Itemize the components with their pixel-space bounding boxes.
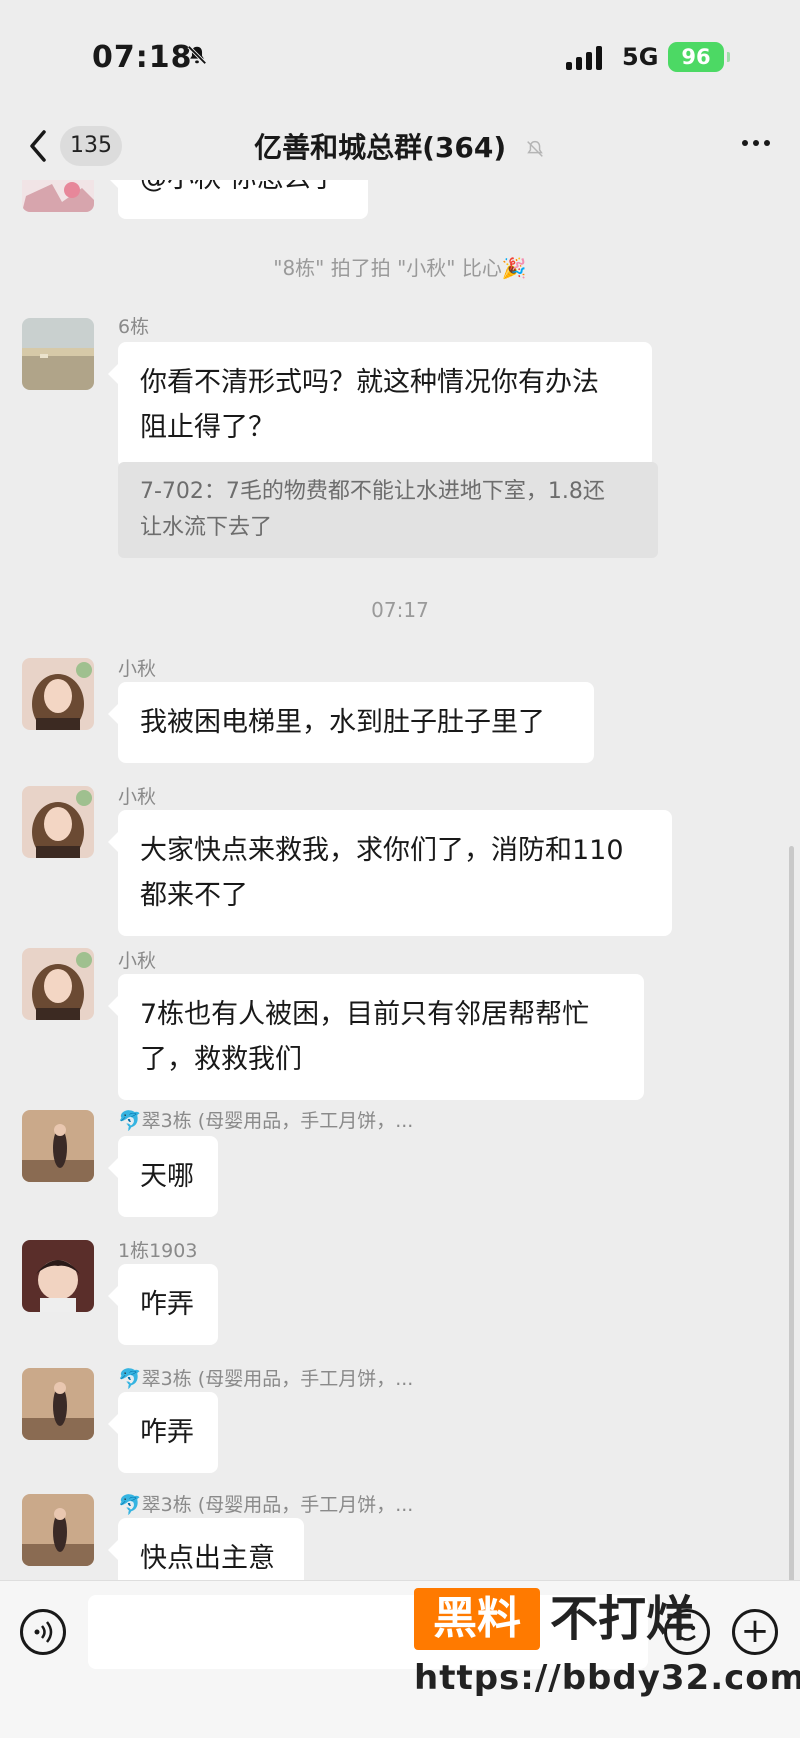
avatar[interactable] xyxy=(22,786,94,858)
nav-bar: 135 亿善和城总群(364) xyxy=(0,110,800,180)
message-text: 大家快点来救我，求你们了，消防和110 xyxy=(140,835,624,866)
quoted-text: 让水流下去了 xyxy=(140,515,273,540)
sender-name: 🐬翠3栋 (母婴用品，手工月饼，... xyxy=(118,1368,414,1390)
watermark-url: https://bbdy32.com xyxy=(414,1658,800,1698)
system-tickle-notice: "8栋" 拍了拍 "小秋" 比心🎉 xyxy=(273,256,527,280)
more-options-icon[interactable] xyxy=(742,140,770,146)
status-bar: 07:18 5G 96 xyxy=(0,0,800,110)
message-text: 咋弄 xyxy=(140,1417,194,1448)
status-time: 07:18 xyxy=(92,40,193,75)
mute-bell-icon xyxy=(527,140,543,157)
scrollbar[interactable] xyxy=(789,846,794,1580)
message-bubble[interactable]: 大家快点来救我，求你们了，消防和110 都来不了 xyxy=(108,810,672,936)
quoted-message[interactable]: 7-702：7毛的物费都不能让水进地下室，1.8还 让水流下去了 xyxy=(118,462,658,558)
sender-name: 小秋 xyxy=(118,658,157,680)
avatar[interactable] xyxy=(22,318,94,390)
message-bubble[interactable]: 快点出主意 xyxy=(108,1518,304,1580)
chat-title-wrap: 亿善和城总群(364) xyxy=(180,126,620,166)
battery-icon: 96 xyxy=(668,42,730,72)
unread-count-badge[interactable]: 135 xyxy=(60,126,122,166)
voice-input-icon[interactable] xyxy=(20,1609,66,1655)
message-bubble[interactable]: 天哪 xyxy=(108,1136,218,1217)
message-bubble[interactable]: 你看不清形式吗？就这种情况你有办法 阻止得了？ xyxy=(108,342,652,468)
avatar[interactable] xyxy=(22,658,94,730)
sender-name: 小秋 xyxy=(118,786,157,808)
avatar[interactable] xyxy=(22,948,94,1020)
avatar[interactable] xyxy=(22,1494,94,1566)
message-bubble[interactable]: @小秋 你怎么了 xyxy=(108,180,368,219)
message-text: 咋弄 xyxy=(140,1289,194,1320)
message-text: 阻止得了？ xyxy=(140,412,275,443)
message-bubble[interactable]: 咋弄 xyxy=(108,1264,218,1345)
sender-name: 小秋 xyxy=(118,950,157,972)
avatar[interactable] xyxy=(22,180,94,212)
message-bubble[interactable]: 7栋也有人被困，目前只有邻居帮帮忙 了，救救我们 xyxy=(108,974,644,1100)
sender-name: 1栋1903 xyxy=(118,1240,198,1262)
sender-name: 6栋 xyxy=(118,316,150,338)
chat-title: 亿善和城总群(364) xyxy=(254,131,507,164)
back-chevron-icon[interactable] xyxy=(24,126,54,166)
timestamp: 07:17 xyxy=(371,598,429,622)
sender-name: 🐬翠3栋 (母婴用品，手工月饼，... xyxy=(118,1494,414,1516)
watermark-badge: 黑料 xyxy=(414,1588,540,1650)
network-label: 5G xyxy=(622,43,659,71)
message-text: 天哪 xyxy=(140,1161,194,1192)
message-bubble[interactable]: 我被困电梯里，水到肚子肚子里了 xyxy=(108,682,594,763)
message-text: 你看不清形式吗？就这种情况你有办法 xyxy=(140,367,599,398)
message-text: 我被困电梯里，水到肚子肚子里了 xyxy=(140,707,545,738)
message-text: 都来不了 xyxy=(140,880,248,911)
message-bubble[interactable]: 咋弄 xyxy=(108,1392,218,1473)
message-text: 了，救救我们 xyxy=(140,1044,302,1075)
chat-area[interactable]: @小秋 你怎么了 "8栋" 拍了拍 "小秋" 比心🎉 6栋 你看不清形式吗？就这… xyxy=(0,180,800,1580)
sender-name: 🐬翠3栋 (母婴用品，手工月饼，... xyxy=(118,1110,414,1132)
message-text: 7栋也有人被困，目前只有邻居帮帮忙 xyxy=(140,999,590,1030)
quoted-text: 7-702：7毛的物费都不能让水进地下室，1.8还 xyxy=(140,479,605,504)
signal-icon xyxy=(566,46,602,70)
watermark-text: 不打烊 xyxy=(550,1591,695,1647)
watermark: 黑料 不打烊 https://bbdy32.com xyxy=(414,1588,800,1728)
avatar[interactable] xyxy=(22,1110,94,1182)
message-text: 快点出主意 xyxy=(140,1543,275,1574)
mute-bell-icon xyxy=(187,45,207,65)
avatar[interactable] xyxy=(22,1240,94,1312)
avatar[interactable] xyxy=(22,1368,94,1440)
